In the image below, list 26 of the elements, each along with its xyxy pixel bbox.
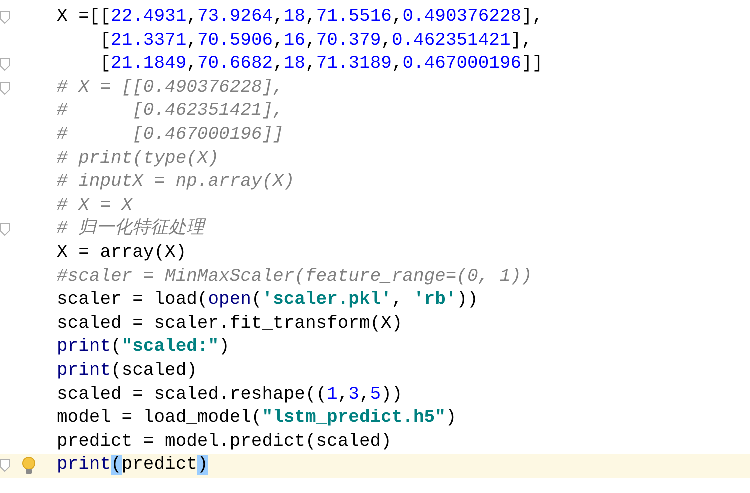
code-line: X = array(X) [57,242,187,265]
code-line: # 归一化特征处理 [57,218,205,242]
code-line: #scaler = MinMaxScaler(feature_range=(0, 1)) [57,266,532,289]
code-line: [21.3371,70.5906,16,70.379,0.462351421], [99,30,532,53]
code-line: [21.1849,70.6682,18,71.3189,0.467000196]] [99,53,544,76]
code-line: # print(type(X) [57,148,220,171]
code-line: # X = X [57,194,133,218]
code-line: predict = model.predict(scaled) [57,430,392,454]
fold-marker-icon[interactable] [0,58,10,72]
code-line: print(predict) [57,454,208,478]
code-line: print(scaled) [57,360,198,383]
code-line: scaled = scaled.reshape((1,3,5)) [57,384,403,406]
code-line: # X = [[0.490376228], [57,76,284,100]
code-line: X =[[22.4931,73.9264,18,71.5516,0.490376228], [57,6,544,29]
fold-marker-icon[interactable] [0,82,10,95]
lightbulb-icon[interactable] [22,457,36,476]
fold-marker-icon[interactable] [0,11,10,24]
fold-marker-icon[interactable] [0,459,10,472]
code-line: scaler = load(open('scaler.pkl', 'rb')) [57,289,478,312]
fold-marker-icon[interactable] [0,223,10,236]
code-line: # [0.462351421], [57,100,284,124]
code-line: # inputX = np.array(X) [57,171,295,194]
code-line: print("scaled:") [57,336,230,360]
code-line: scaled = scaler.fit_transform(X) [57,312,403,336]
code-line: model = load_model("lstm_predict.h5") [57,407,457,430]
code-line: # [0.467000196]] [57,124,284,147]
